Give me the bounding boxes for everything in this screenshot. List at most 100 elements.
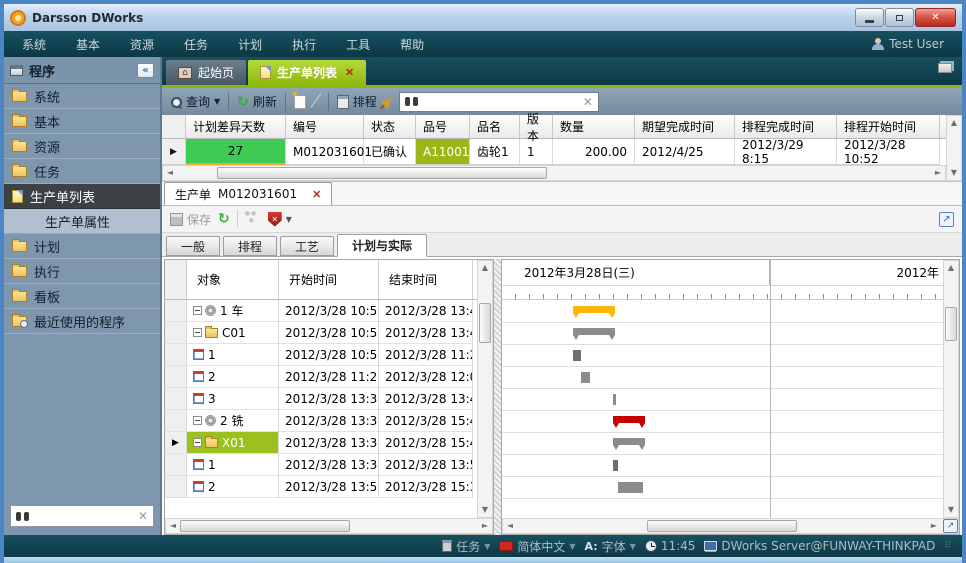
menu-help[interactable]: 帮助 (400, 36, 424, 53)
toolbar-search-input[interactable]: ✕ (399, 92, 599, 112)
gantt-bar[interactable] (613, 438, 646, 445)
status-task-menu[interactable]: 任务 ▼ (442, 538, 490, 555)
status-language-menu[interactable]: 简体中文 ▼ (499, 538, 575, 555)
gantt-bar[interactable] (573, 350, 581, 361)
grid-vertical-scrollbar[interactable]: ▲ ▼ (946, 115, 962, 181)
menu-resource[interactable]: 资源 (130, 36, 154, 53)
scroll-up-icon[interactable]: ▲ (947, 116, 961, 130)
menu-plan[interactable]: 计划 (238, 36, 262, 53)
tree-row[interactable]: 2 2012/3/28 13:50 2012/3/28 15:30 (165, 476, 477, 498)
query-button[interactable]: 查询 ▼ (170, 93, 220, 110)
scroll-up-icon[interactable]: ▲ (944, 261, 958, 275)
table-row[interactable]: ▶ 27 M012031601 已确认 A11001 齿轮1 1 200.00 … (162, 139, 946, 165)
scroll-right-icon[interactable]: ► (478, 519, 492, 533)
tree-row[interactable]: 3 2012/3/28 13:30 2012/3/28 13:40 (165, 388, 477, 410)
scroll-right-icon[interactable]: ► (927, 519, 941, 533)
gantt-fit-icon[interactable]: ↗ (943, 519, 958, 533)
sidebar-item-recent-programs[interactable]: 最近使用的程序 (4, 309, 160, 334)
broom-icon[interactable] (380, 94, 395, 109)
scrollbar-thumb[interactable] (647, 520, 797, 532)
tab-close-icon[interactable]: ✕ (345, 66, 354, 79)
tab-schedule[interactable]: 排程 (223, 236, 277, 256)
col-code[interactable]: 编号 (286, 115, 364, 138)
doc-tab-close-icon[interactable]: ✕ (312, 188, 321, 201)
open-external-icon[interactable]: ↗ (939, 212, 954, 227)
sidebar-item-kanban[interactable]: 看板 (4, 284, 160, 309)
scroll-left-icon[interactable]: ◄ (166, 519, 180, 533)
col-qty[interactable]: 数量 (553, 115, 635, 138)
sidebar-item-resource[interactable]: 资源 (4, 134, 160, 159)
new-document-icon[interactable] (294, 95, 306, 109)
tree-row-selected[interactable]: ▶ X01 2012/3/28 13:30 2012/3/28 15:40 (165, 432, 477, 454)
tab-home[interactable]: ⌂ 起始页 (166, 60, 246, 85)
clear-search-icon[interactable]: ✕ (138, 509, 148, 523)
col-sched-end[interactable]: 排程完成时间 (735, 115, 837, 138)
minimize-button[interactable] (855, 8, 884, 27)
sidebar-search-input[interactable]: ✕ (10, 505, 154, 527)
gantt-bar[interactable] (581, 372, 591, 383)
col-expect-end[interactable]: 期望完成时间 (635, 115, 735, 138)
tree-row[interactable]: C01 2012/3/28 10:52 2012/3/28 13:40 (165, 322, 477, 344)
scrollbar-thumb[interactable] (945, 307, 957, 341)
menu-system[interactable]: 系统 (22, 36, 46, 53)
scroll-down-icon[interactable]: ▼ (478, 503, 492, 517)
sidebar-collapse-button[interactable]: « (137, 63, 154, 78)
validate-button[interactable]: ✕ ▼ (268, 212, 292, 227)
tree-row[interactable]: 2 铣 2012/3/28 13:30 2012/3/28 15:40 (165, 410, 477, 432)
scroll-left-icon[interactable]: ◄ (163, 166, 177, 180)
grid-horizontal-scrollbar[interactable]: ◄ ► (162, 165, 946, 181)
collapse-node-icon[interactable] (193, 328, 202, 337)
save-button[interactable]: 保存 (170, 211, 211, 228)
col-object[interactable]: 对象 (187, 260, 279, 299)
edit-icon[interactable]: ╱ (311, 94, 321, 110)
tab-process[interactable]: 工艺 (280, 236, 334, 256)
gantt-bar[interactable] (613, 394, 616, 405)
tab-plan-vs-actual[interactable]: 计划与实际 (337, 234, 427, 257)
refresh-icon[interactable]: ↻ (218, 213, 230, 225)
sidebar-item-production-order-props[interactable]: 生产单属性 (4, 209, 160, 234)
gantt-bar[interactable] (613, 460, 618, 471)
scroll-down-icon[interactable]: ▼ (947, 166, 961, 180)
scrollbar-thumb[interactable] (180, 520, 350, 532)
collapse-node-icon[interactable] (193, 438, 202, 447)
gantt-bar[interactable] (613, 416, 646, 423)
gantt-vertical-scrollbar[interactable]: ▲ ▼ (943, 260, 959, 518)
pane-splitter[interactable] (494, 259, 501, 535)
menu-execute[interactable]: 执行 (292, 36, 316, 53)
sidebar-item-plan[interactable]: 计划 (4, 234, 160, 259)
schedule-button[interactable]: 排程 (337, 93, 377, 110)
scrollbar-thumb[interactable] (479, 303, 491, 343)
gantt-bar[interactable] (573, 328, 615, 335)
sidebar-item-task[interactable]: 任务 (4, 159, 160, 184)
clear-search-icon[interactable]: ✕ (583, 95, 593, 109)
sidebar-item-system[interactable]: 系统 (4, 84, 160, 109)
sidebar-item-execute[interactable]: 执行 (4, 259, 160, 284)
status-font-menu[interactable]: A: 字体 ▼ (585, 538, 636, 555)
menu-basic[interactable]: 基本 (76, 36, 100, 53)
close-button[interactable]: ✕ (915, 8, 956, 27)
refresh-button[interactable]: ↻ 刷新 (237, 93, 277, 110)
gantt-bar[interactable] (573, 306, 615, 313)
flow-link-icon[interactable] (245, 213, 261, 225)
tree-vertical-scrollbar[interactable]: ▲ ▼ (477, 260, 493, 518)
col-start-time[interactable]: 开始时间 (279, 260, 379, 299)
collapse-node-icon[interactable] (193, 306, 202, 315)
col-diff-days[interactable]: 计划差异天数 (186, 115, 286, 138)
tree-row[interactable]: 1 2012/3/28 13:30 2012/3/28 13:50 (165, 454, 477, 476)
menu-task[interactable]: 任务 (184, 36, 208, 53)
sidebar-item-basic[interactable]: 基本 (4, 109, 160, 134)
scroll-up-icon[interactable]: ▲ (478, 261, 492, 275)
col-item-no[interactable]: 品号 (416, 115, 470, 138)
window-list-icon[interactable] (938, 63, 952, 73)
resize-grip[interactable]: ⠿ (944, 541, 952, 551)
col-sched-start[interactable]: 排程开始时间 (837, 115, 940, 138)
gantt-horizontal-scrollbar[interactable]: ◄ ► ↗ (502, 518, 959, 534)
menu-tools[interactable]: 工具 (346, 36, 370, 53)
tree-row[interactable]: 2 2012/3/28 11:22 2012/3/28 12:00 (165, 366, 477, 388)
restore-button[interactable] (885, 8, 914, 27)
tree-horizontal-scrollbar[interactable]: ◄ ► (165, 518, 493, 534)
doc-tab-production-order[interactable]: 生产单 M012031601 ✕ (164, 182, 332, 205)
scroll-down-icon[interactable]: ▼ (944, 503, 958, 517)
col-item-name[interactable]: 品名 (470, 115, 520, 138)
col-end-time[interactable]: 结束时间 (379, 260, 473, 299)
